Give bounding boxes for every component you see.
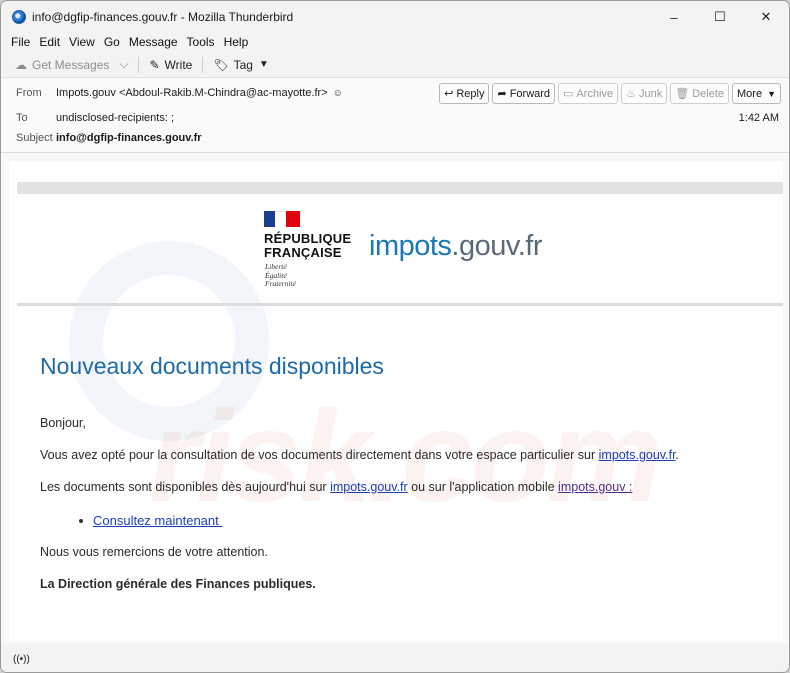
tag-label: Tag [233, 57, 253, 72]
impots-link-2[interactable]: impots.gouv.fr [330, 480, 408, 494]
maximize-button[interactable]: ☐ [697, 1, 743, 33]
french-flag-icon [264, 211, 300, 227]
message-time: 1:42 AM [738, 112, 779, 124]
junk-label: Junk [639, 87, 663, 100]
write-label: Write [164, 57, 193, 72]
menu-view[interactable]: View [69, 35, 95, 49]
menu-tools[interactable]: Tools [187, 35, 215, 49]
forward-label: Forward [509, 87, 551, 100]
pencil-icon: ✎ [149, 57, 160, 72]
tag-icon: 🏷 [213, 57, 229, 72]
menu-message[interactable]: Message [129, 35, 178, 49]
email-top-band [17, 182, 783, 194]
chevron-down-icon: ⌵ [119, 57, 129, 71]
subject-row: Subject info@dgfip-finances.gouv.fr [16, 132, 202, 144]
brand-gouv-fr: .gouv.fr [451, 230, 542, 262]
republique-francaise-text: RÉPUBLIQUE FRANÇAISE [264, 232, 351, 260]
paragraph-1-end: . [675, 448, 680, 462]
write-button[interactable]: ✎ Write [149, 58, 192, 72]
window-controls: – ☐ ✕ [651, 1, 789, 33]
delete-button[interactable]: 🗑 Delete [670, 83, 730, 104]
toolbar-separator [202, 56, 204, 73]
message-header: From Impots.gouv <Abdoul-Rakib.M-Chindra… [1, 79, 789, 153]
motto-fraternite: Fraternité [265, 279, 296, 288]
subject-label: Subject [16, 132, 53, 144]
chevron-down-icon: ▼ [767, 88, 776, 99]
cloud-download-icon: ☁ [15, 57, 27, 72]
menu-go[interactable]: Go [104, 35, 120, 49]
republic-line-1: RÉPUBLIQUE [264, 231, 352, 246]
to-label: To [16, 112, 28, 124]
close-button[interactable]: ✕ [743, 1, 789, 33]
republic-motto: Liberté Égalité Fraternité [265, 262, 296, 289]
delete-label: Delete [692, 87, 725, 100]
trash-icon: 🗑 [675, 88, 690, 100]
signature: La Direction générale des Finances publi… [40, 577, 316, 591]
paragraph-2: Les documents sont disponibles dès aujou… [40, 480, 632, 494]
reply-button[interactable]: ↩ Reply [439, 83, 490, 104]
junk-button[interactable]: ♨ Junk [621, 83, 668, 104]
menu-help[interactable]: Help [224, 35, 249, 49]
more-label: More [737, 87, 763, 100]
reply-icon: ↩ [444, 88, 454, 100]
bullet-dot [79, 518, 83, 523]
cta-list-item: Consultez maintenant [79, 513, 222, 528]
minimize-button[interactable]: – [651, 1, 697, 33]
thunderbird-logo-icon [12, 10, 26, 24]
paragraph-2-text: Les documents sont disponibles dès aujou… [40, 480, 331, 494]
online-status-icon[interactable]: ((•)) [13, 654, 30, 665]
archive-icon: ▭ [563, 88, 574, 100]
subject-value: info@dgfip-finances.gouv.fr [56, 132, 202, 144]
get-messages-button[interactable]: ☁ Get Messages [15, 58, 109, 72]
impots-logo: RÉPUBLIQUE FRANÇAISE Liberté Égalité Fra… [259, 211, 559, 291]
forward-icon: ➦ [497, 88, 507, 100]
archive-button[interactable]: ▭ Archive [558, 83, 619, 104]
thanks-text: Nous vous remercions de votre attention. [40, 545, 268, 559]
reply-label: Reply [456, 87, 485, 100]
menu-bar: File Edit View Go Message Tools Help [1, 32, 789, 51]
title-bar: info@dgfip-finances.gouv.fr - Mozilla Th… [1, 1, 789, 33]
get-messages-label: Get Messages [32, 57, 110, 72]
thunderbird-window: info@dgfip-finances.gouv.fr - Mozilla Th… [0, 0, 790, 673]
forward-button[interactable]: ➦ Forward [492, 83, 556, 104]
tag-button[interactable]: 🏷 Tag ▼ [213, 58, 269, 72]
email-heading: Nouveaux documents disponibles [40, 353, 384, 379]
to-row: To undisclosed-recipients: ; [16, 112, 174, 124]
paragraph-1: Vous avez opté pour la consultation de v… [40, 448, 679, 462]
message-actions: ↩ Reply ➦ Forward ▭ Archive ♨ Junk 🗑 Del… [436, 83, 781, 104]
paragraph-1-text: Vous avez opté pour la consultation de v… [40, 448, 599, 462]
more-button[interactable]: More ▼ [732, 83, 781, 104]
header-divider [17, 303, 783, 306]
flame-icon: ♨ [626, 88, 636, 100]
main-toolbar: ☁ Get Messages ⌵ ✎ Write 🏷 Tag ▼ [1, 52, 789, 78]
paragraph-2-middle: ou sur l'application mobile [407, 480, 559, 494]
chevron-down-icon: ▼ [258, 59, 269, 70]
status-bar: ((•)) [1, 644, 789, 672]
archive-label: Archive [576, 87, 614, 100]
brand-impots: impots [369, 230, 452, 262]
get-messages-dropdown[interactable]: ⌵ [119, 57, 128, 72]
toolbar-separator [138, 56, 140, 73]
republic-line-2: FRANÇAISE [264, 245, 342, 260]
from-label: From [16, 87, 42, 99]
to-value: undisclosed-recipients: ; [56, 112, 175, 124]
contact-icon[interactable]: ☺ [333, 88, 343, 99]
menu-edit[interactable]: Edit [39, 35, 60, 49]
consultez-maintenant-link[interactable]: Consultez maintenant [93, 513, 222, 528]
window-title: info@dgfip-finances.gouv.fr - Mozilla Th… [32, 10, 294, 24]
menu-file[interactable]: File [11, 35, 30, 49]
impots-link[interactable]: impots.gouv.fr [599, 448, 676, 462]
mobile-app-link[interactable]: impots.gouv : [558, 480, 632, 494]
from-value[interactable]: Impots.gouv <Abdoul-Rakib.M-Chindra@ac-m… [56, 87, 328, 99]
impots-brand: impots.gouv.fr [369, 230, 542, 263]
from-row: From Impots.gouv <Abdoul-Rakib.M-Chindra… [16, 87, 343, 99]
watermark-magnifier-icon [69, 241, 269, 441]
email-body: risk.com RÉPUBLIQUE FRANÇAISE Liberté Ég… [9, 161, 783, 641]
greeting: Bonjour, [40, 416, 86, 430]
